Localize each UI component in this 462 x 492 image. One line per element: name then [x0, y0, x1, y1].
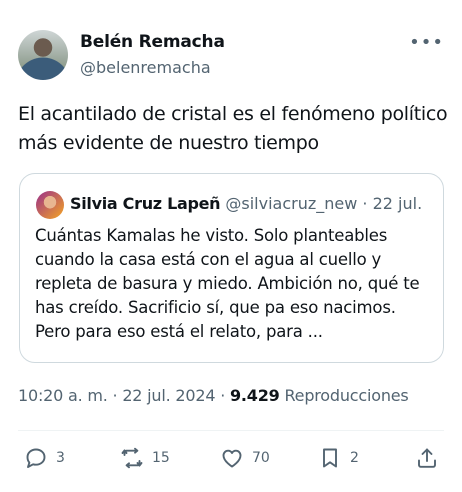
quoted-tweet-text: Cuántas Kamalas he visto. Solo planteabl…: [35, 226, 420, 341]
like-count: 70: [252, 450, 270, 466]
quoted-date: 22 jul.: [372, 194, 423, 213]
quoted-author-name: Silvia Cruz Lapeñ: [70, 194, 221, 213]
more-options-icon[interactable]: •••: [409, 32, 444, 53]
bookmark-icon: [323, 448, 337, 468]
share-button[interactable]: [415, 446, 439, 470]
reply-button[interactable]: 3: [24, 446, 65, 470]
quoted-separator: ·: [362, 194, 368, 213]
share-icon: [418, 448, 436, 468]
meta-separator: ·: [112, 386, 118, 405]
reply-count: 3: [56, 450, 65, 466]
quoted-author-handle: @silviacruz_new: [225, 194, 358, 213]
views-label: Reproducciones: [284, 386, 409, 405]
tweet-time[interactable]: 10:20 a. m.: [18, 386, 108, 405]
tweet-meta: 10:20 a. m. · 22 jul. 2024 · 9.429 Repro…: [18, 386, 409, 405]
bookmark-button[interactable]: 2: [318, 446, 359, 470]
reply-icon: [26, 448, 46, 468]
retweet-icon: [121, 447, 143, 469]
meta-separator: ·: [220, 386, 226, 405]
author-name[interactable]: Belén Remacha: [80, 32, 225, 52]
bookmark-count: 2: [350, 450, 359, 466]
quoted-tweet-header: Silvia Cruz Lapeñ @silviacruz_new · 22 j…: [70, 194, 431, 213]
author-avatar[interactable]: [18, 30, 68, 80]
author-handle[interactable]: @belenremacha: [80, 58, 211, 77]
like-button[interactable]: 70: [220, 446, 270, 470]
heart-icon: [222, 449, 242, 468]
tweet-text: El acantilado de cristal es el fenómeno …: [18, 103, 448, 154]
views-count: 9.429: [229, 386, 280, 405]
quoted-author-avatar: [36, 191, 64, 219]
tweet-date[interactable]: 22 jul. 2024: [122, 386, 215, 405]
action-bar: 3 15 70 2: [0, 444, 462, 478]
retweet-button[interactable]: 15: [120, 446, 170, 470]
retweet-count: 15: [152, 450, 170, 466]
divider: [18, 430, 444, 431]
quoted-tweet[interactable]: Silvia Cruz Lapeñ @silviacruz_new · 22 j…: [19, 173, 444, 363]
